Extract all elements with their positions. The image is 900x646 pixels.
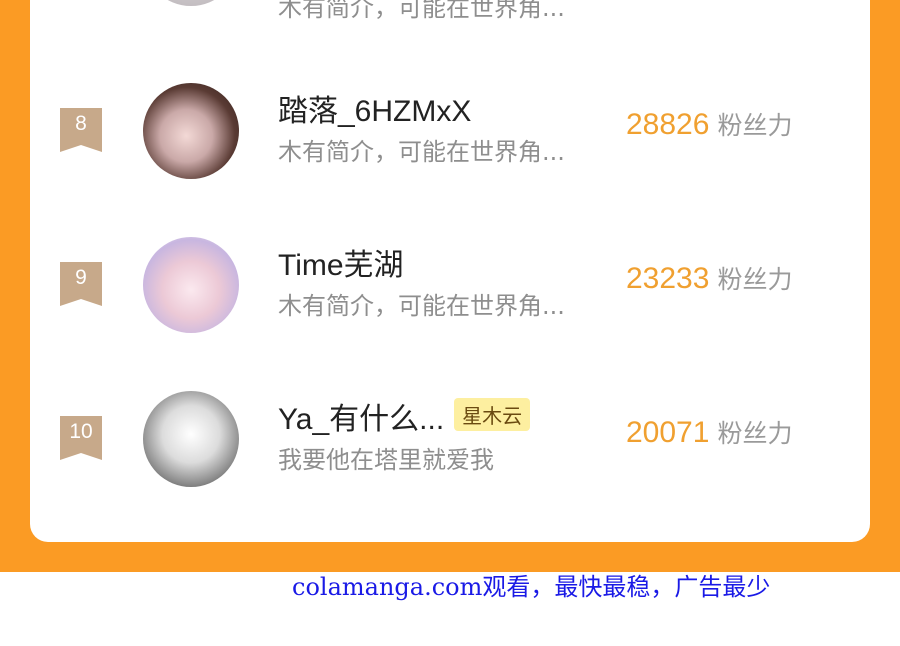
ranking-row[interactable]: 9 Time芜湖 木有简介，可能在世界角... 23233 粉丝力 (30, 234, 870, 354)
avatar[interactable] (143, 0, 239, 6)
rank-badge: 8 (60, 108, 102, 152)
fan-count: 28826 (626, 108, 710, 141)
avatar[interactable] (143, 237, 239, 333)
fan-count: 20071 (626, 416, 710, 449)
fan-power: 20071 粉丝力 (626, 414, 792, 450)
fan-count: 23233 (626, 262, 710, 295)
username-text[interactable]: Time芜湖 (278, 249, 404, 282)
avatar[interactable] (143, 391, 239, 487)
user-tag-badge: 星木云 (454, 398, 531, 431)
username-text[interactable]: Ya_有什么... (278, 403, 444, 436)
username[interactable]: Ya_有什么... 星木云 (278, 394, 531, 438)
fan-unit: 粉丝力 (717, 265, 793, 294)
rank-number: 10 (69, 420, 93, 443)
rank-number: 9 (75, 266, 87, 289)
ranking-frame: 木有简介，可能在世界角... 8 踏落_6HZMxX 木有简介，可能在世界角..… (0, 0, 900, 572)
fan-power: 23233 粉丝力 (626, 260, 792, 296)
user-bio: 木有简介，可能在世界角... (278, 0, 565, 22)
user-bio: 我要他在塔里就爱我 (278, 446, 494, 474)
ranking-card: 木有简介，可能在世界角... 8 踏落_6HZMxX 木有简介，可能在世界角..… (30, 0, 870, 542)
username[interactable]: Time芜湖 (278, 240, 404, 284)
site-watermark: colamanga.com观看，最快最稳，广告最少 (292, 573, 771, 601)
ranking-row[interactable]: 8 踏落_6HZMxX 木有简介，可能在世界角... 28826 粉丝力 (30, 80, 870, 200)
username-text[interactable]: 踏落_6HZMxX (278, 95, 471, 128)
rank-badge: 10 (60, 416, 102, 460)
ranking-row[interactable]: 木有简介，可能在世界角... (30, 0, 870, 30)
avatar[interactable] (143, 83, 239, 179)
ranking-row[interactable]: 10 Ya_有什么... 星木云 我要他在塔里就爱我 20071 粉丝力 (30, 388, 870, 508)
rank-badge: 9 (60, 262, 102, 306)
fan-power: 28826 粉丝力 (626, 106, 792, 142)
user-bio: 木有简介，可能在世界角... (278, 138, 565, 166)
user-bio: 木有简介，可能在世界角... (278, 292, 565, 320)
fan-unit: 粉丝力 (717, 419, 793, 448)
rank-number: 8 (75, 112, 87, 135)
username[interactable]: 踏落_6HZMxX (278, 86, 471, 130)
fan-unit: 粉丝力 (717, 111, 793, 140)
